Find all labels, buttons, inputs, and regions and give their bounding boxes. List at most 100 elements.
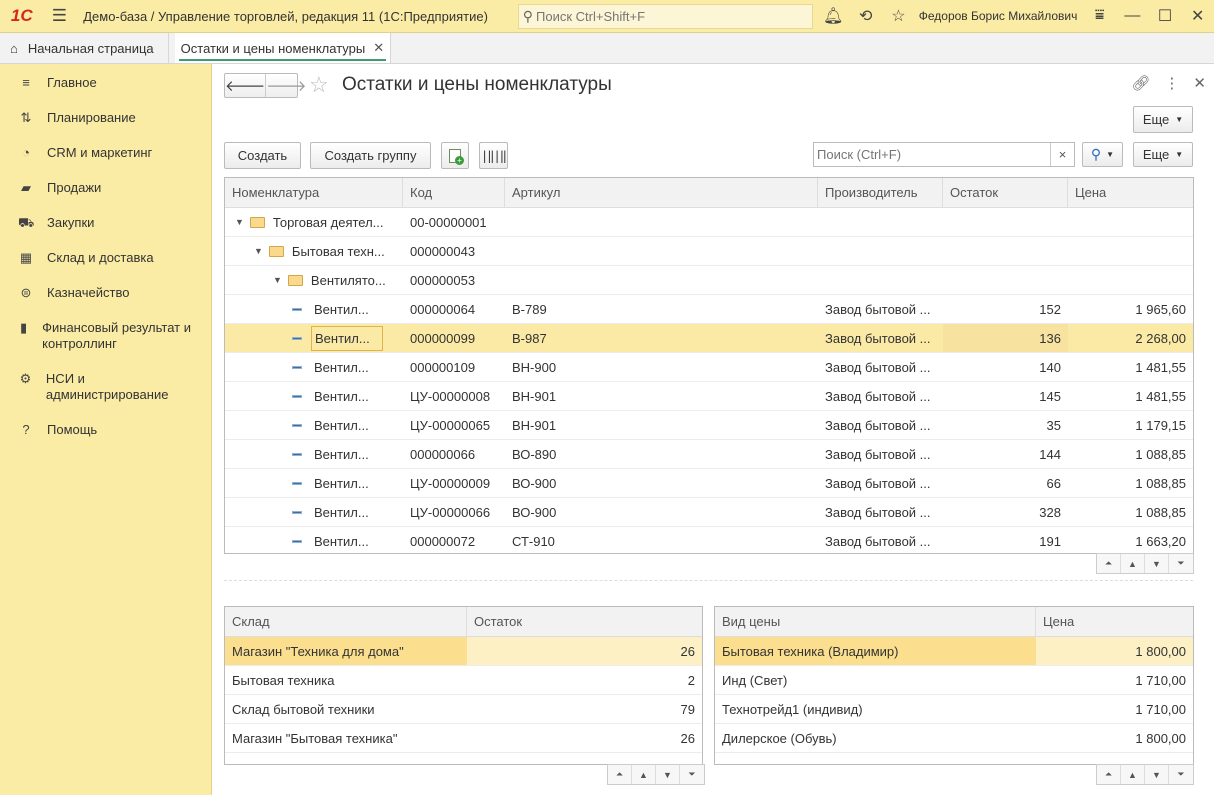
cell-stock[interactable]: 26 [467,637,702,665]
sidebar-item-main[interactable]: ≡ Главное [0,74,96,92]
col-header-code[interactable]: Код [403,178,505,207]
cell-article[interactable]: ВН-901 [505,382,818,410]
close-tab-icon[interactable]: ✕ [373,40,384,56]
cell-maker[interactable]: Завод бытовой ... [818,498,943,526]
cell-stock[interactable]: 328 [943,498,1068,526]
cell-price[interactable]: 1 088,85 [1068,498,1193,526]
sidebar-item-crm[interactable]: ◔ CRM и маркетинг [0,144,152,162]
next-page-icon[interactable]: ▼ [656,765,680,784]
cell-article[interactable]: В-987 [505,324,818,352]
cell-code[interactable]: ЦУ-00000066 [403,498,505,526]
cell-price[interactable] [1068,237,1193,265]
favorites-icon[interactable]: ☆ [882,0,915,33]
sidebar-item-warehouse[interactable]: ▦ Склад и доставка [0,249,154,267]
cell-price[interactable]: 1 965,60 [1068,295,1193,323]
col-header-warehouse[interactable]: Склад [225,607,467,636]
cell-price[interactable]: 1 710,00 [1036,695,1193,723]
table-row[interactable]: Вентил... 000000099 В-987 Завод бытовой ...… [225,324,1193,353]
table-row[interactable]: Бытовая техника (Владимир) 1 800,00 [715,637,1193,666]
cell-stock[interactable]: 191 [943,527,1068,553]
cell-code[interactable]: 000000109 [403,353,505,381]
minimize-icon[interactable]: — [1116,0,1149,33]
favorite-star-icon[interactable]: ☆ [309,72,329,98]
table-row[interactable]: Технотрейд1 (индивид) 1 710,00 [715,695,1193,724]
cell-warehouse[interactable]: Бытовая техника [225,666,467,694]
notifications-icon[interactable]: 🔔︎ [817,0,850,33]
cell-stock[interactable]: 136 [943,324,1068,352]
expand-arrow-icon[interactable]: ▼ [254,246,263,256]
cell-stock[interactable]: 144 [943,440,1068,468]
next-page-icon[interactable]: ▼ [1145,554,1169,573]
cell-price[interactable]: 1 800,00 [1036,724,1193,752]
cell-price[interactable]: 1 088,85 [1068,469,1193,497]
list-search[interactable]: × [813,142,1075,167]
expand-arrow-icon[interactable]: ▼ [235,217,244,227]
cell-warehouse[interactable]: Склад бытовой техники [225,695,467,723]
clear-search-icon[interactable]: × [1050,143,1074,166]
cell-price[interactable]: 1 710,00 [1036,666,1193,694]
last-page-icon[interactable]: ⏷ [680,765,704,784]
main-menu-icon[interactable]: ☰ [44,0,76,33]
table-row[interactable]: ▼ Вентилято... 000000053 [225,266,1193,295]
cell-code[interactable]: 000000072 [403,527,505,553]
cell-article[interactable]: ВН-901 [505,411,818,439]
table-row[interactable]: ▼ Торговая деятел... 00-00000001 [225,208,1193,237]
more-button-top[interactable]: Еще ▼ [1133,106,1193,133]
prev-page-icon[interactable]: ▲ [1121,765,1145,784]
table-row[interactable]: ▼ Бытовая техн... 000000043 [225,237,1193,266]
first-page-icon[interactable]: ⏶ [1097,554,1121,573]
col-header-stock[interactable]: Остаток [943,178,1068,207]
cell-stock[interactable]: 152 [943,295,1068,323]
cell-price[interactable]: 1 481,55 [1068,353,1193,381]
cell-price[interactable]: 1 481,55 [1068,382,1193,410]
sidebar-item-purchases[interactable]: ⛟ Закупки [0,214,94,232]
cell-stock[interactable]: 66 [943,469,1068,497]
cell-nomenclature[interactable]: Вентил... [225,440,403,468]
cell-stock[interactable] [943,237,1068,265]
last-page-icon[interactable]: ⏷ [1169,554,1193,573]
table-row[interactable]: Вентил... 000000109 ВН-900 Завод бытовой ..… [225,353,1193,382]
next-page-icon[interactable]: ▼ [1145,765,1169,784]
cell-article[interactable]: ВН-900 [505,353,818,381]
cell-price[interactable]: 1 663,20 [1068,527,1193,553]
cell-article[interactable]: СТ-910 [505,527,818,553]
col-header-stock[interactable]: Остаток [467,607,702,636]
prev-page-icon[interactable]: ▲ [1121,554,1145,573]
settings-menu-icon[interactable]: ⩸ [1083,0,1116,33]
cell-nomenclature[interactable]: Вентил... [225,498,403,526]
cell-nomenclature[interactable]: Вентил... [225,353,403,381]
cell-nomenclature[interactable]: ▼ Торговая деятел... [225,208,403,236]
barcode-button[interactable]: |‖|‖ [479,142,508,169]
col-header-price[interactable]: Цена [1036,607,1193,636]
expand-arrow-icon[interactable]: ▼ [273,275,282,285]
table-row[interactable]: Вентил... 000000064 В-789 Завод бытовой ...… [225,295,1193,324]
cell-price-type[interactable]: Бытовая техника (Владимир) [715,637,1036,665]
cell-stock[interactable]: 145 [943,382,1068,410]
col-header-maker[interactable]: Производитель [818,178,943,207]
cell-price[interactable]: 1 800,00 [1036,637,1193,665]
maximize-icon[interactable]: ☐ [1149,0,1182,33]
cell-nomenclature[interactable]: Вентил... [225,295,403,323]
cell-stock[interactable] [943,266,1068,294]
cell-code[interactable]: 000000064 [403,295,505,323]
cell-maker[interactable] [818,266,943,294]
cell-price[interactable]: 2 268,00 [1068,324,1193,352]
cell-maker[interactable]: Завод бытовой ... [818,411,943,439]
table-row[interactable]: Инд (Свет) 1 710,00 [715,666,1193,695]
cell-price-type[interactable]: Технотрейд1 (индивид) [715,695,1036,723]
close-form-icon[interactable]: ✕ [1193,74,1206,92]
cell-code[interactable]: 000000043 [403,237,505,265]
col-header-price[interactable]: Цена [1068,178,1193,207]
cell-nomenclature[interactable]: ▼ Вентилято... [225,266,403,294]
1c-logo[interactable]: 1С [0,0,44,33]
table-row[interactable]: Дилерское (Обувь) 1 800,00 [715,724,1193,753]
sidebar-item-sales[interactable]: ▰ Продажи [0,179,101,197]
cell-stock[interactable]: 140 [943,353,1068,381]
cell-code[interactable]: 000000066 [403,440,505,468]
cell-code[interactable]: 000000099 [403,324,505,352]
col-header-price-type[interactable]: Вид цены [715,607,1036,636]
cell-warehouse[interactable]: Магазин "Бытовая техника" [225,724,467,752]
cell-article[interactable]: ВО-900 [505,469,818,497]
cell-article[interactable]: ВО-900 [505,498,818,526]
more-button[interactable]: Еще ▼ [1133,142,1193,167]
